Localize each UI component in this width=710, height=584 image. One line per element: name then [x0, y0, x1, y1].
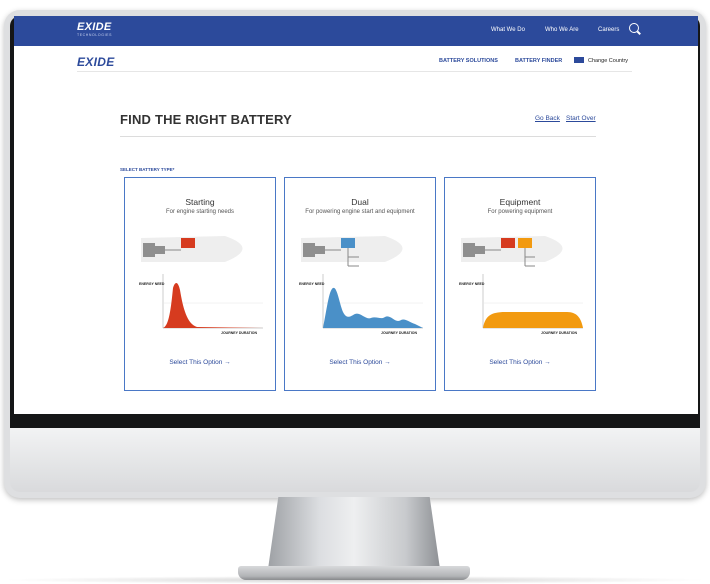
top-bar: EXIDE TECHNOLOGIES What We Do Who We Are… [14, 16, 698, 46]
monitor-stand-neck [268, 497, 440, 569]
floor-shadow [0, 576, 710, 584]
x-axis-label: JOURNEY DURATION [381, 331, 418, 335]
x-axis-label: JOURNEY DURATION [541, 331, 578, 335]
select-battery-type-label: SELECT BATTERY TYPE* [120, 167, 175, 172]
nav-careers[interactable]: Careers [598, 27, 619, 33]
page-title: FIND THE RIGHT BATTERY [120, 112, 292, 127]
option-card-starting[interactable]: Starting For engine starting needs ENERG… [124, 177, 276, 391]
battery-icon [341, 238, 355, 248]
start-over-link[interactable]: Start Over [566, 115, 596, 122]
equipment-battery-icon [518, 238, 532, 248]
header-logo[interactable]: EXIDE [77, 55, 115, 69]
engine-icon [143, 243, 155, 257]
nav-who-we-are[interactable]: Who We Are [545, 27, 579, 33]
y-axis-label: ENERGY NEED [459, 282, 485, 286]
flag-icon [574, 57, 584, 63]
nav-battery-finder[interactable]: BATTERY FINDER [515, 58, 562, 64]
screen: EXIDE TECHNOLOGIES What We Do Who We Are… [14, 16, 698, 414]
energy-profile-plateau [483, 312, 583, 328]
select-option-equipment[interactable]: Select This Option → [445, 359, 595, 366]
engine-icon [303, 243, 315, 257]
search-icon[interactable] [629, 23, 639, 33]
select-option-starting[interactable]: Select This Option → [125, 359, 275, 366]
go-back-link[interactable]: Go Back [535, 115, 560, 122]
title-divider [120, 136, 596, 137]
top-logo[interactable]: EXIDE [77, 21, 112, 33]
select-option-dual[interactable]: Select This Option → [285, 359, 435, 366]
battery-icon [181, 238, 195, 248]
top-logo-tagline: TECHNOLOGIES [77, 33, 113, 37]
header-divider [77, 71, 632, 72]
energy-profile-spike [163, 282, 263, 328]
engine-icon [463, 243, 475, 257]
starting-battery-icon [501, 238, 515, 248]
option-card-equipment[interactable]: Equipment For powering equipment ENERGY … [444, 177, 596, 391]
y-axis-label: ENERGY NEED [299, 282, 325, 286]
monitor-chin [10, 428, 700, 492]
change-country-link[interactable]: Change Country [588, 58, 628, 64]
option-card-dual[interactable]: Dual For powering engine start and equip… [284, 177, 436, 391]
x-axis-label: JOURNEY DURATION [221, 331, 258, 335]
y-axis-label: ENERGY NEED [139, 282, 165, 286]
nav-what-we-do[interactable]: What We Do [491, 27, 525, 33]
nav-battery-solutions[interactable]: BATTERY SOLUTIONS [439, 58, 498, 64]
energy-profile-waves [323, 287, 423, 328]
